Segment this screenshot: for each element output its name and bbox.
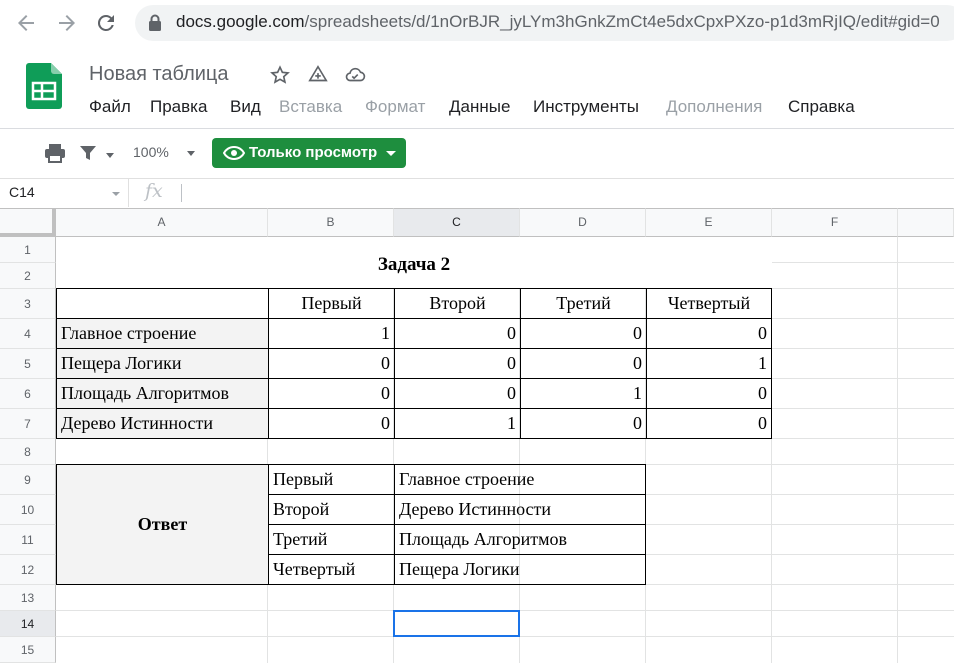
print-icon[interactable]	[43, 142, 67, 164]
sheets-logo-icon[interactable]	[26, 63, 62, 109]
star-icon[interactable]	[269, 64, 291, 86]
document-title[interactable]: Новая таблица	[89, 63, 229, 86]
row-header-3[interactable]: 3	[0, 289, 56, 319]
table-cell[interactable]: 0	[520, 318, 647, 349]
row-header-6[interactable]: 6	[0, 379, 56, 409]
answer-place-cell[interactable]: Третий	[268, 524, 395, 555]
lock-icon	[148, 14, 162, 32]
answer-place-cell[interactable]: Первый	[268, 464, 395, 495]
row-header-4[interactable]: 4	[0, 319, 56, 349]
back-arrow-icon[interactable]	[14, 11, 38, 35]
row-header-11[interactable]: 11	[0, 525, 56, 555]
menu-edit[interactable]: Правка	[150, 97, 207, 117]
row-header-15[interactable]: 15	[0, 637, 56, 663]
view-only-button[interactable]: Только просмотр	[212, 138, 406, 168]
view-mode-caret-icon	[386, 151, 396, 156]
gridline	[897, 237, 898, 663]
column-header-e[interactable]: E	[646, 208, 772, 237]
row-header-9[interactable]: 9	[0, 465, 56, 495]
header-divider	[0, 128, 954, 129]
table-cell[interactable]: 0	[268, 378, 395, 409]
table-cell[interactable]: 0	[520, 408, 647, 439]
url-path: /spreadsheets/d/1nOrBJR_jyLYm3hGnkZmCt4e…	[304, 12, 940, 31]
row-header-2[interactable]: 2	[0, 263, 56, 289]
answer-label-cell[interactable]: Ответ	[56, 464, 269, 585]
menu-file[interactable]: Файл	[89, 97, 131, 117]
menu-help[interactable]: Справка	[788, 97, 855, 117]
row-header-8[interactable]: 8	[0, 439, 56, 465]
cloud-saved-icon[interactable]	[344, 64, 366, 86]
zoom-dropdown-caret-icon[interactable]	[187, 151, 195, 156]
row-header-10[interactable]: 10	[0, 495, 56, 525]
answer-place-cell[interactable]: Второй	[268, 494, 395, 525]
table-header-empty-cell[interactable]	[56, 288, 269, 319]
table-cell[interactable]: 0	[394, 348, 521, 379]
column-header-a[interactable]: A	[56, 208, 268, 237]
table-cell[interactable]: 0	[394, 318, 521, 349]
spreadsheet-grid[interactable]: A B C D E F 1 2 3 4 5 6 7 8 9 10 11 12 1…	[0, 208, 954, 663]
sheet-title-cell[interactable]: Задача 2	[56, 237, 772, 289]
toolbar-divider	[0, 178, 954, 179]
name-box-value: C14	[9, 184, 35, 200]
column-header-d[interactable]: D	[520, 208, 646, 237]
url-text[interactable]: docs.google.com/spreadsheets/d/1nOrBJR_j…	[176, 12, 940, 32]
table-row-label[interactable]: Площадь Алгоритмов	[56, 378, 269, 409]
formula-input[interactable]	[181, 184, 182, 202]
table-header-cell[interactable]: Третий	[520, 288, 647, 319]
table-row-label[interactable]: Дерево Истинности	[56, 408, 269, 439]
row-header-13[interactable]: 13	[0, 585, 56, 611]
selected-cell-c14[interactable]	[393, 610, 520, 637]
table-cell[interactable]: 0	[646, 318, 772, 349]
column-header-c[interactable]: C	[394, 208, 520, 237]
menu-format[interactable]: Формат	[365, 97, 425, 117]
table-row-label[interactable]: Пещера Логики	[56, 348, 269, 379]
answer-location-cell[interactable]: Площадь Алгоритмов	[394, 524, 646, 555]
table-cell[interactable]: 0	[646, 408, 772, 439]
name-box-caret-icon	[112, 192, 120, 196]
url-domain: docs.google.com	[176, 12, 305, 31]
row-header-5[interactable]: 5	[0, 349, 56, 379]
column-header-g[interactable]	[898, 208, 954, 237]
table-header-cell[interactable]: Четвертый	[646, 288, 772, 319]
table-cell[interactable]: 1	[394, 408, 521, 439]
filter-icon[interactable]	[78, 142, 102, 164]
eye-icon	[222, 143, 246, 168]
table-row-label[interactable]: Главное строение	[56, 318, 269, 349]
row-header-7[interactable]: 7	[0, 409, 56, 439]
table-cell[interactable]: 1	[268, 318, 395, 349]
reload-icon[interactable]	[94, 11, 118, 35]
table-cell[interactable]: 0	[646, 378, 772, 409]
answer-place-cell[interactable]: Четвертый	[268, 554, 395, 585]
table-cell[interactable]: 0	[268, 408, 395, 439]
name-box[interactable]: C14	[0, 179, 129, 207]
column-header-f[interactable]: F	[772, 208, 898, 237]
zoom-select[interactable]: 100%	[133, 144, 169, 160]
answer-location-cell[interactable]: Главное строение	[394, 464, 646, 495]
menu-tools[interactable]: Инструменты	[533, 97, 639, 117]
menu-addons[interactable]: Дополнения	[666, 97, 762, 117]
column-header-b[interactable]: B	[268, 208, 394, 237]
row-header-14[interactable]: 14	[0, 611, 56, 637]
table-cell[interactable]: 0	[268, 348, 395, 379]
forward-arrow-icon[interactable]	[55, 11, 79, 35]
view-only-label: Только просмотр	[249, 144, 378, 161]
answer-location-cell[interactable]: Дерево Истинности	[394, 494, 646, 525]
filter-dropdown-caret-icon[interactable]	[106, 153, 114, 158]
table-cell[interactable]: 1	[520, 378, 647, 409]
table-cell[interactable]: 1	[646, 348, 772, 379]
menu-insert[interactable]: Вставка	[279, 97, 342, 117]
answer-location-cell[interactable]: Пещера Логики	[394, 554, 646, 585]
menu-view[interactable]: Вид	[230, 97, 261, 117]
menu-data[interactable]: Данные	[449, 97, 510, 117]
select-all-corner[interactable]	[0, 208, 56, 237]
move-to-folder-icon[interactable]	[307, 64, 329, 86]
browser-toolbar: docs.google.com/spreadsheets/d/1nOrBJR_j…	[0, 0, 954, 46]
table-cell[interactable]: 0	[520, 348, 647, 379]
table-header-cell[interactable]: Первый	[268, 288, 395, 319]
table-header-cell[interactable]: Второй	[394, 288, 521, 319]
table-cell[interactable]: 0	[394, 378, 521, 409]
fx-icon: fx	[145, 180, 163, 202]
row-header-1[interactable]: 1	[0, 237, 56, 263]
row-header-12[interactable]: 12	[0, 555, 56, 585]
